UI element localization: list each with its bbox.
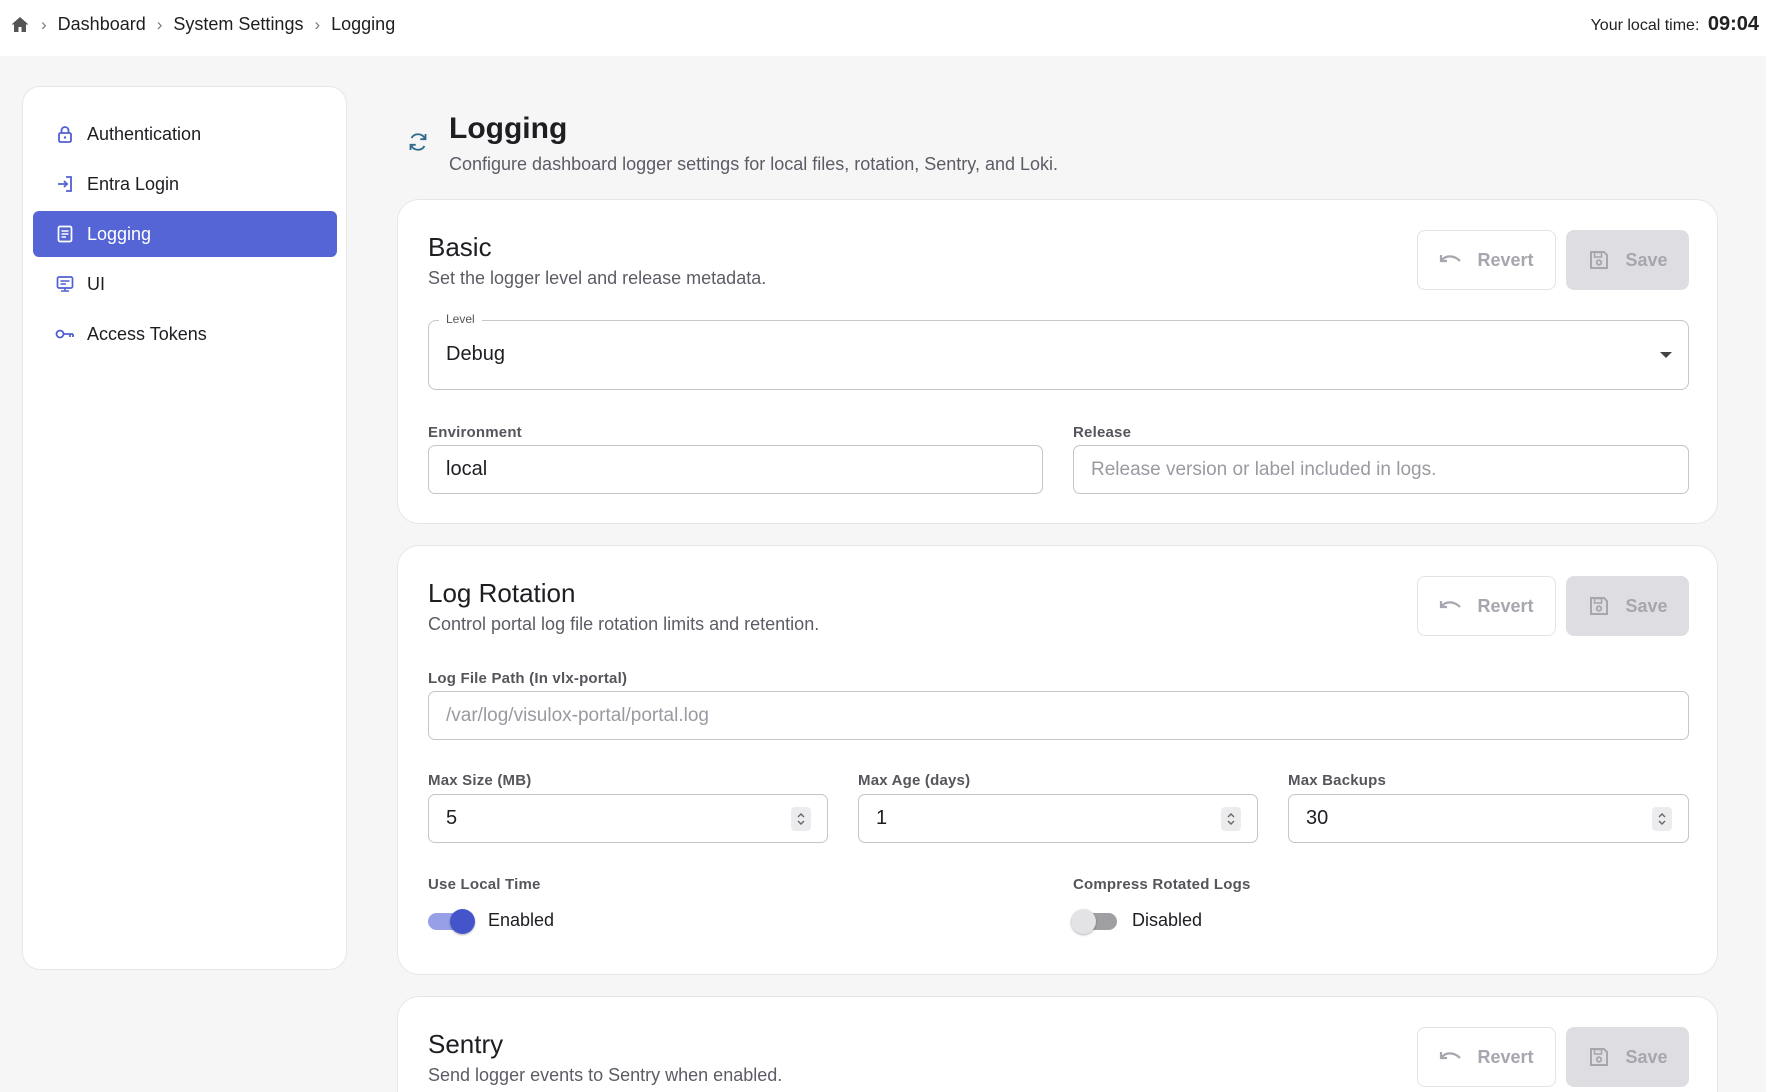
chevron-down-icon xyxy=(1660,352,1672,358)
basic-save-button[interactable]: Save xyxy=(1566,230,1689,290)
max-backups-input[interactable]: 30 xyxy=(1288,794,1689,843)
log-rotation-subtitle: Control portal log file rotation limits … xyxy=(428,614,820,634)
breadcrumb-separator: › xyxy=(156,14,163,34)
sidebar-item-authentication[interactable]: Authentication xyxy=(33,111,337,157)
save-icon xyxy=(1587,248,1611,272)
key-icon xyxy=(55,324,75,344)
sidebar-item-ui[interactable]: UI xyxy=(33,261,337,307)
save-icon xyxy=(1587,594,1611,618)
revert-label: Revert xyxy=(1477,595,1534,616)
log-rotation-title: Log Rotation xyxy=(428,578,576,608)
login-icon xyxy=(55,174,75,194)
sentry-save-button[interactable]: Save xyxy=(1566,1027,1689,1087)
log-rotation-revert-button[interactable]: Revert xyxy=(1417,576,1556,636)
save-icon xyxy=(1587,1045,1611,1069)
environment-label: Environment xyxy=(428,424,522,441)
breadcrumb-dashboard[interactable]: Dashboard xyxy=(58,14,146,35)
refresh-icon[interactable] xyxy=(407,131,429,153)
toggle-knob xyxy=(1071,909,1096,934)
sentry-card: Sentry Send logger events to Sentry when… xyxy=(397,996,1718,1092)
release-input[interactable]: Release version or label included in log… xyxy=(1073,445,1689,494)
log-file-path-label: Log File Path (In vlx-portal) xyxy=(428,670,628,687)
revert-label: Revert xyxy=(1477,249,1534,270)
level-select[interactable]: Level Debug xyxy=(428,312,1689,390)
log-file-path-input[interactable]: /var/log/visulox-portal/portal.log xyxy=(428,691,1689,740)
local-time-value: 09:04 xyxy=(1707,13,1759,35)
breadcrumb-separator: › xyxy=(41,14,47,34)
max-age-input[interactable]: 1 xyxy=(858,794,1258,843)
max-size-label: Max Size (MB) xyxy=(428,772,532,789)
stepper-icon[interactable] xyxy=(1221,807,1241,831)
use-local-time-toggle[interactable] xyxy=(428,907,478,935)
basic-subtitle: Set the logger level and release metadat… xyxy=(428,268,767,288)
home-icon[interactable] xyxy=(10,15,30,35)
sidebar-item-label: Access Tokens xyxy=(87,323,207,344)
undo-icon xyxy=(1439,594,1463,618)
max-backups-value: 30 xyxy=(1306,807,1329,829)
level-label: Level xyxy=(439,312,482,326)
max-size-input[interactable]: 5 xyxy=(428,794,828,843)
log-rotation-card: Log Rotation Control portal log file rot… xyxy=(397,545,1718,975)
local-time: Your local time: 09:04 xyxy=(1591,13,1759,36)
max-backups-label: Max Backups xyxy=(1288,772,1387,789)
sentry-subtitle: Send logger events to Sentry when enable… xyxy=(428,1065,783,1085)
save-label: Save xyxy=(1625,249,1668,270)
sidebar-item-access-tokens[interactable]: Access Tokens xyxy=(33,311,337,357)
compress-logs-toggle[interactable] xyxy=(1071,907,1121,935)
use-local-time-label: Use Local Time xyxy=(428,876,541,893)
basic-revert-button[interactable]: Revert xyxy=(1417,230,1556,290)
stepper-icon[interactable] xyxy=(791,807,811,831)
basic-card: Basic Set the logger level and release m… xyxy=(397,199,1718,524)
breadcrumb-separator: › xyxy=(314,14,321,34)
save-label: Save xyxy=(1625,595,1668,616)
level-value: Debug xyxy=(446,343,505,365)
breadcrumb: › Dashboard › System Settings › Logging xyxy=(10,14,395,35)
top-bar: › Dashboard › System Settings › Logging … xyxy=(0,0,1766,56)
local-time-label: Your local time: xyxy=(1590,17,1700,34)
compress-logs-label: Compress Rotated Logs xyxy=(1073,876,1251,893)
undo-icon xyxy=(1439,248,1463,272)
environment-input[interactable]: local xyxy=(428,445,1043,494)
sidebar-item-label: Authentication xyxy=(87,123,202,144)
page-title: Logging xyxy=(449,112,568,145)
revert-label: Revert xyxy=(1477,1046,1534,1067)
release-label: Release xyxy=(1073,424,1132,441)
save-label: Save xyxy=(1625,1046,1668,1067)
sidebar-item-label: Entra Login xyxy=(87,173,180,194)
breadcrumb-system-settings[interactable]: System Settings xyxy=(173,14,303,35)
sentry-title: Sentry xyxy=(428,1029,504,1059)
log-rotation-save-button[interactable]: Save xyxy=(1566,576,1689,636)
max-size-value: 5 xyxy=(446,807,458,829)
stepper-icon[interactable] xyxy=(1652,807,1672,831)
sidebar-item-label: UI xyxy=(87,273,105,294)
monitor-icon xyxy=(55,274,75,294)
sidebar-item-logging[interactable]: Logging xyxy=(33,211,337,257)
sidebar-item-label: Logging xyxy=(87,223,152,244)
sentry-revert-button[interactable]: Revert xyxy=(1417,1027,1556,1087)
basic-title: Basic xyxy=(428,232,492,262)
max-age-value: 1 xyxy=(876,807,888,829)
max-age-label: Max Age (days) xyxy=(858,772,971,789)
document-icon xyxy=(55,224,75,244)
compress-logs-state: Disabled xyxy=(1132,910,1203,930)
undo-icon xyxy=(1439,1045,1463,1069)
toggle-knob xyxy=(450,909,475,934)
page-subtitle: Configure dashboard logger settings for … xyxy=(449,154,1059,174)
sidebar-item-entra-login[interactable]: Entra Login xyxy=(33,161,337,207)
lock-icon xyxy=(55,124,75,144)
breadcrumb-logging: Logging xyxy=(331,14,396,34)
use-local-time-state: Enabled xyxy=(488,910,555,930)
settings-sidebar: Authentication Entra Login Logging UI Ac… xyxy=(22,86,347,970)
